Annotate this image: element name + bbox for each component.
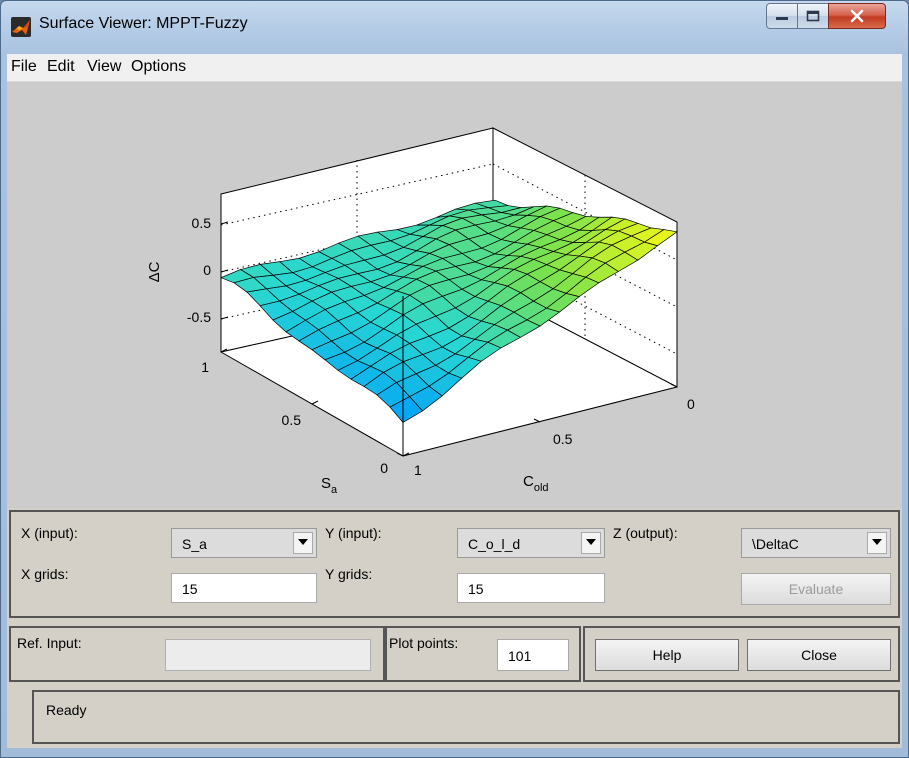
close-window-button[interactable] xyxy=(828,3,886,29)
maximize-icon xyxy=(806,10,820,22)
status-text: Ready xyxy=(46,702,87,718)
help-button[interactable]: Help xyxy=(595,639,739,671)
matlab-logo-icon xyxy=(11,17,31,37)
menu-view[interactable]: View xyxy=(87,58,121,76)
y-axis-label: Cold xyxy=(523,473,549,494)
z-output-label: Z (output): xyxy=(613,525,678,541)
x-input-dropdown-arrow[interactable] xyxy=(293,532,313,554)
ref-input-panel: Ref. Input: xyxy=(9,626,385,682)
evaluate-button[interactable]: Evaluate xyxy=(741,573,891,605)
menu-options[interactable]: Options xyxy=(131,58,186,76)
cold-tick-label-1: 1 xyxy=(414,462,422,478)
menu-bar: File Edit View Options xyxy=(7,54,902,82)
x-grids-value: 15 xyxy=(182,581,198,597)
minimize-icon xyxy=(776,17,788,20)
y-axis-label-subscript: old xyxy=(534,482,549,494)
cold-tick-label-0: 0 xyxy=(687,396,695,412)
window-title: Surface Viewer: MPPT-Fuzzy xyxy=(39,15,248,32)
close-icon xyxy=(850,9,864,23)
y-input-label: Y (input): xyxy=(325,525,382,541)
x-axis-label-main: S xyxy=(321,475,331,492)
close-button[interactable]: Close xyxy=(747,639,891,671)
y-input-value: C_o_l_d xyxy=(468,536,521,552)
y-grids-label: Y grids: xyxy=(325,566,373,582)
menu-edit[interactable]: Edit xyxy=(47,58,75,76)
sa-tick-label-1: 1 xyxy=(201,359,209,375)
plot-points-panel: Plot points: 101 xyxy=(385,626,581,682)
axes-settings-panel: X (input): S_a Y (input): C_o_l_d Z (out… xyxy=(9,510,900,618)
y-grids-field[interactable]: 15 xyxy=(457,573,605,603)
x-axis-label: Sa xyxy=(321,475,338,496)
x-grids-label: X grids: xyxy=(21,566,69,582)
z-output-select[interactable]: \DeltaC xyxy=(741,528,891,558)
z-output-dropdown-arrow[interactable] xyxy=(867,532,887,554)
plot-points-label: Plot points: xyxy=(389,635,459,651)
x-input-label: X (input): xyxy=(21,525,78,541)
cold-tick-label-0.5: 0.5 xyxy=(553,431,573,447)
x-grids-field[interactable]: 15 xyxy=(171,573,317,603)
title-bar[interactable]: Surface Viewer: MPPT-Fuzzy xyxy=(1,1,908,51)
buttons-panel: Help Close xyxy=(583,626,900,682)
sa-tick-label-0: 0 xyxy=(380,460,388,476)
ref-input-field[interactable] xyxy=(165,639,371,671)
menu-file[interactable]: File xyxy=(11,58,37,76)
y-input-select[interactable]: C_o_l_d xyxy=(457,528,605,558)
maximize-button[interactable] xyxy=(797,3,829,29)
z-tick-label-0.5: 0.5 xyxy=(192,215,212,231)
x-input-value: S_a xyxy=(182,536,207,552)
status-panel: Ready xyxy=(32,690,900,744)
x-axis-label-subscript: a xyxy=(331,484,338,496)
sa-tick-label-0.5: 0.5 xyxy=(282,412,302,428)
z-axis-label: ΔC xyxy=(146,261,163,282)
surface-plot[interactable]: 0.5 0 -0.5 ΔC 1 0.5 0 1 0.5 0 Sa Cold xyxy=(7,82,902,508)
surface-viewer-window: Surface Viewer: MPPT-Fuzzy File Edit Vie… xyxy=(0,0,909,758)
y-grids-value: 15 xyxy=(468,581,484,597)
z-tick-label-neg0.5: -0.5 xyxy=(187,309,211,325)
z-output-value: \DeltaC xyxy=(752,536,799,552)
minimize-button[interactable] xyxy=(766,3,798,29)
chevron-down-icon xyxy=(872,539,882,545)
y-axis-label-main: C xyxy=(523,473,534,490)
ref-input-label: Ref. Input: xyxy=(17,635,82,651)
z-tick-label-0: 0 xyxy=(203,262,211,278)
plot-points-field[interactable]: 101 xyxy=(497,639,569,671)
plot-area: 0.5 0 -0.5 ΔC 1 0.5 0 1 0.5 0 Sa Cold xyxy=(7,82,902,508)
y-input-dropdown-arrow[interactable] xyxy=(581,532,601,554)
client-area: 0.5 0 -0.5 ΔC 1 0.5 0 1 0.5 0 Sa Cold X … xyxy=(7,82,902,748)
chevron-down-icon xyxy=(298,539,308,545)
chevron-down-icon xyxy=(586,539,596,545)
x-input-select[interactable]: S_a xyxy=(171,528,317,558)
plot-points-value: 101 xyxy=(508,648,532,664)
